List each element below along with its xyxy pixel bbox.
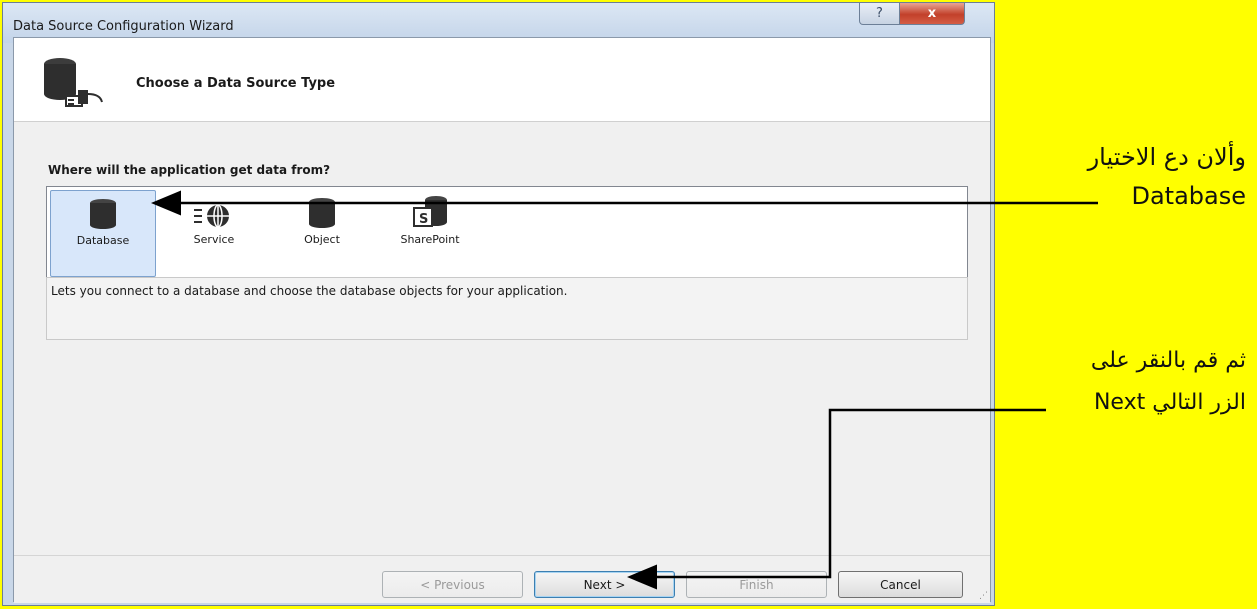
annotation-arrows bbox=[151, 190, 1098, 590]
arrow-to-next bbox=[627, 408, 1046, 590]
